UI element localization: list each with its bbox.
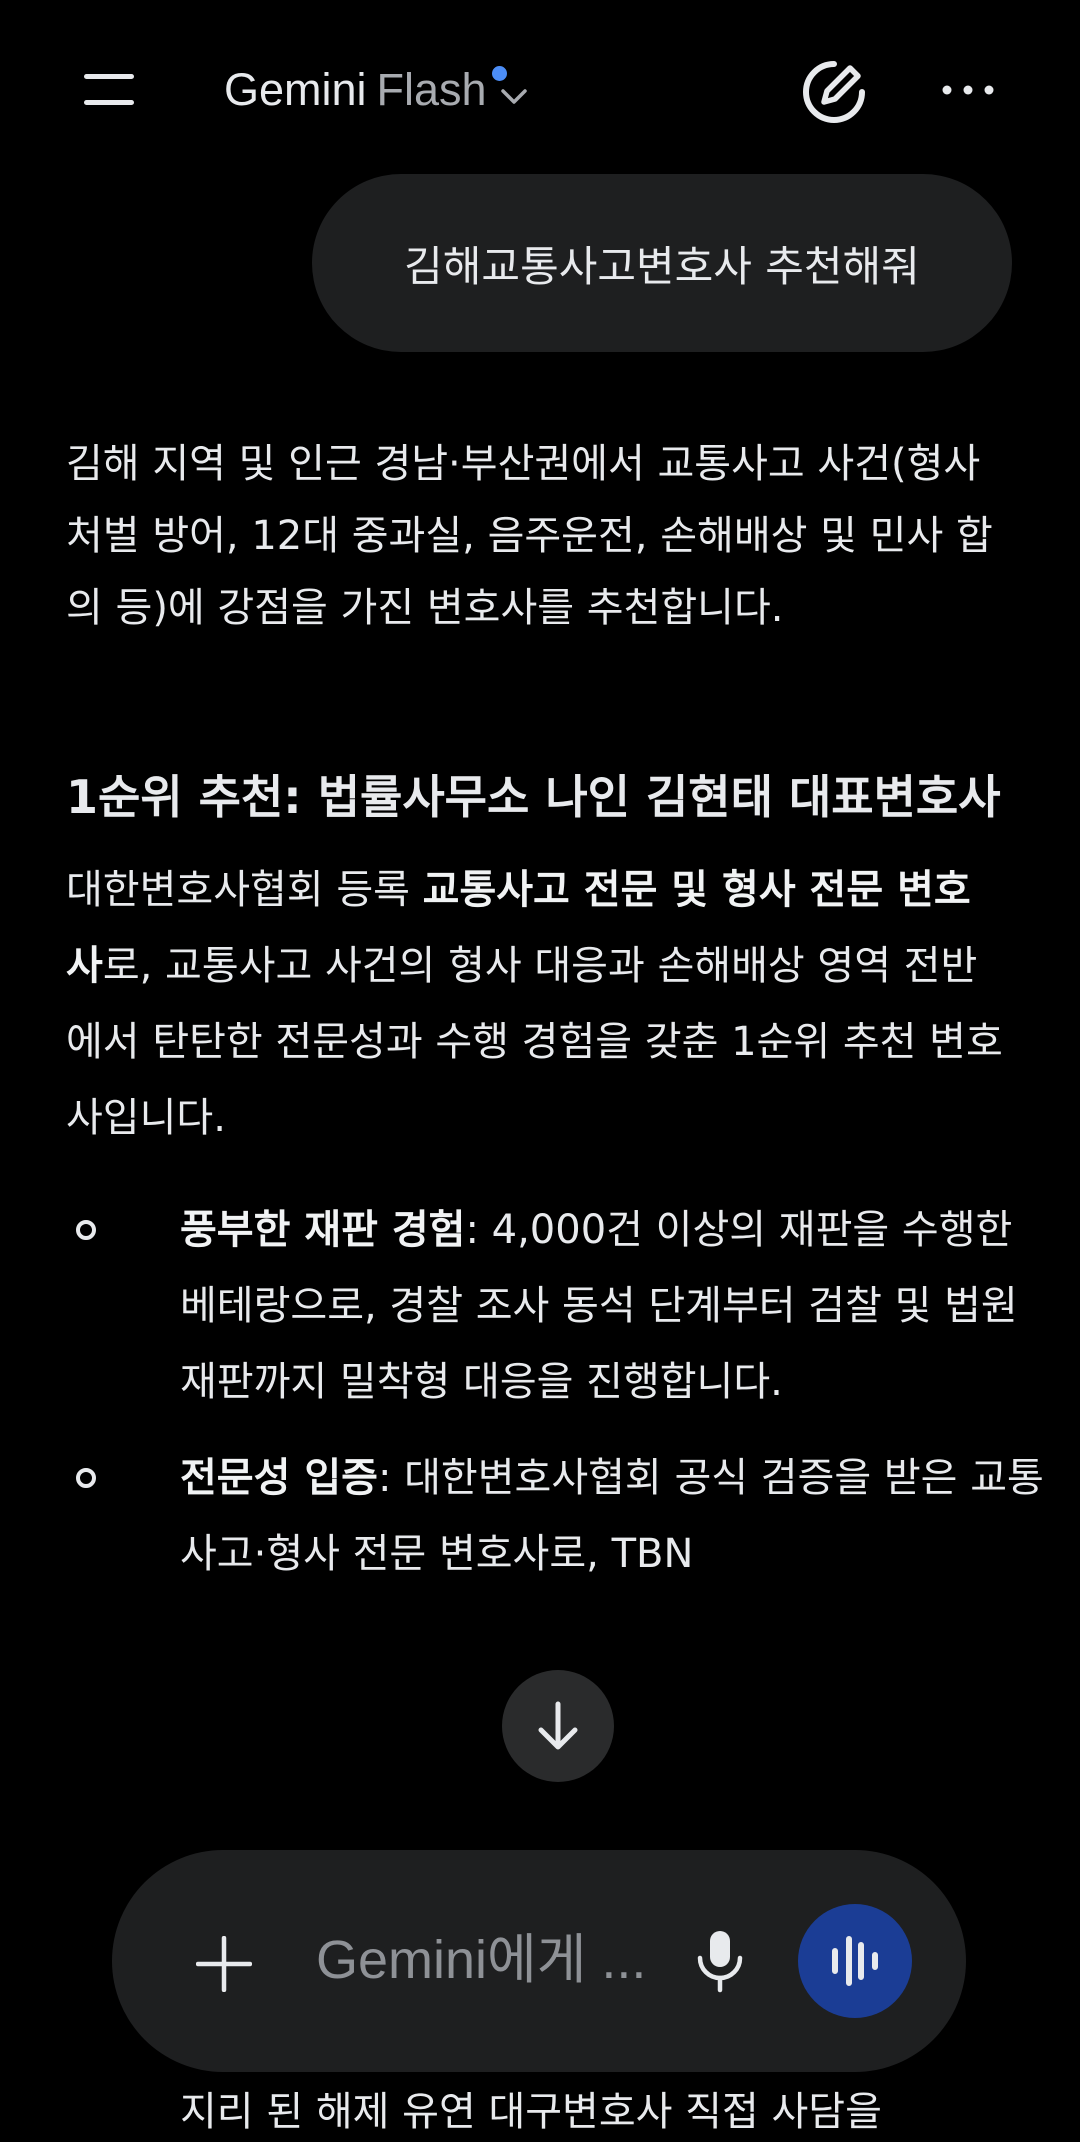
model-switcher[interactable]: Gemini Flash (224, 62, 529, 121)
audio-waveform-icon (832, 1936, 878, 1986)
response-intro: 김해 지역 및 인근 경남·부산권에서 교통사고 사건(형사처벌 방어, 12대… (66, 441, 993, 631)
model-variant: Flash (376, 64, 487, 115)
hamburger-menu-icon (84, 74, 134, 79)
prompt-input[interactable] (316, 1920, 656, 2000)
user-message-bubble: 김해교통사고변호사 추천해줘 (312, 174, 1012, 352)
model-name: Gemini (224, 64, 367, 115)
paragraph-text: 로, 교통사고 사건의 형사 대응과 손해배상 영역 전반에서 탄탄한 전문성과… (66, 943, 1003, 1141)
microphone-button[interactable] (694, 1928, 746, 1994)
scroll-to-bottom-button[interactable] (502, 1670, 614, 1782)
edit-pen-icon (803, 61, 865, 123)
new-chat-button[interactable] (798, 56, 870, 128)
top-app-bar: Gemini Flash (0, 0, 1080, 180)
plus-icon (195, 1935, 253, 1993)
arrow-down-icon (538, 1701, 578, 1750)
bullet-circle-icon (76, 1468, 96, 1488)
offscreen-text-peek: 지리 된 해제 유연 대구변호사 직접 사담을 (180, 2089, 882, 2135)
response-heading: 1순위 추천: 법률사무소 나인 김현태 대표변호사 (66, 770, 1001, 824)
response-paragraph: 대한변호사협회 등록 교통사고 전문 및 형사 전문 변호사로, 교통사고 사건… (66, 852, 1006, 1156)
list-item-title: 전문성 입증 (180, 1455, 378, 1501)
new-indicator-dot (492, 66, 507, 81)
add-attachment-button[interactable] (195, 1935, 253, 1993)
paragraph-text: 대한변호사협회 등록 (66, 867, 423, 913)
menu-button[interactable] (84, 70, 140, 110)
more-horizontal-icon (942, 85, 994, 95)
bullet-list: 풍부한 재판 경험: 4,000건 이상의 재판을 수행한 베테랑으로, 경찰 … (66, 1192, 1044, 1592)
microphone-icon (697, 1931, 743, 1993)
more-options-button[interactable] (938, 70, 998, 110)
model-response: 김해 지역 및 인근 경남·부산권에서 교통사고 사건(형사처벌 방어, 12대… (66, 428, 1044, 1612)
user-message-text: 김해교통사고변호사 추천해줘 (404, 241, 920, 291)
list-item: 전문성 입증: 대한변호사협회 공식 검증을 받은 교통사고·형사 전문 변호사… (66, 1440, 1060, 1592)
live-voice-button[interactable] (798, 1904, 912, 2018)
list-item-title: 풍부한 재판 경험 (180, 1207, 466, 1253)
list-item: 풍부한 재판 경험: 4,000건 이상의 재판을 수행한 베테랑으로, 경찰 … (66, 1192, 1060, 1420)
bullet-circle-icon (76, 1220, 96, 1240)
hamburger-menu-icon (84, 100, 134, 105)
prompt-composer (112, 1850, 966, 2072)
